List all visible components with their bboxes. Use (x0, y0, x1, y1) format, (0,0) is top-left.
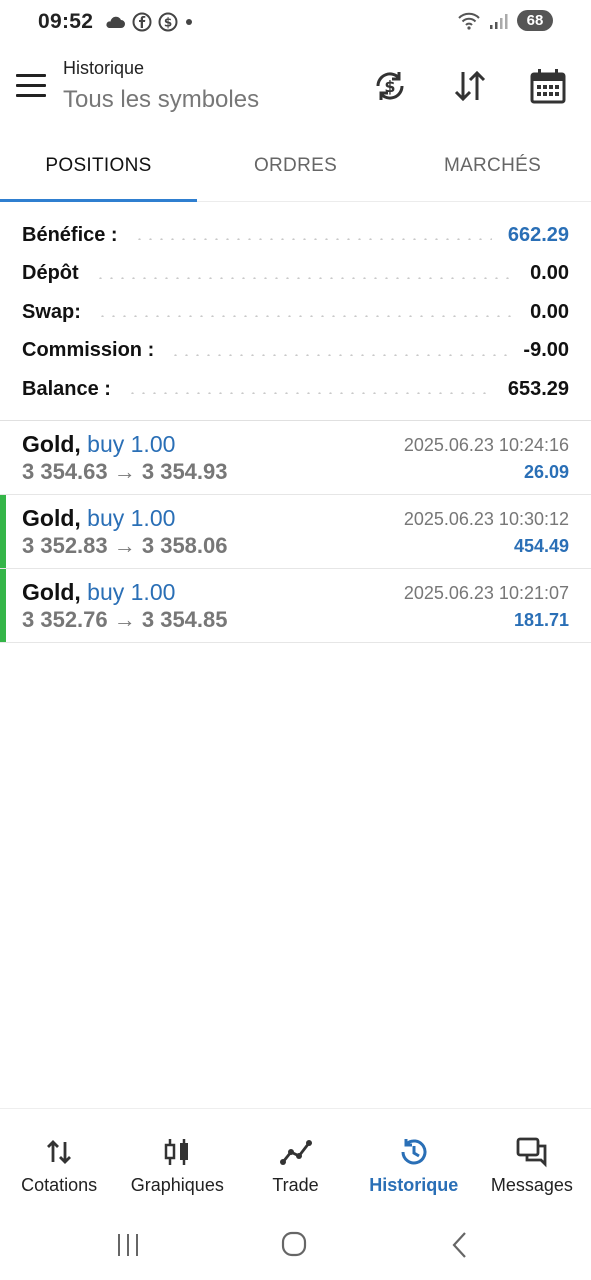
list-item[interactable]: Gold, buy 1.00 3 352.76 → 3 354.85 2025.… (0, 569, 591, 643)
list-item[interactable]: Gold, buy 1.00 3 354.63 → 3 354.93 2025.… (0, 421, 591, 495)
summary-label: Dépôt (22, 262, 79, 285)
trade-symbol: Gold, (22, 431, 81, 457)
summary-row-profit: Bénéfice : 662.29 (0, 216, 591, 255)
dot-icon (186, 19, 192, 25)
nav-label: Cotations (21, 1175, 98, 1195)
trade-datetime: 2025.06.23 10:24:16 (403, 435, 569, 455)
summary-label: Swap: (22, 300, 81, 323)
facebook-icon (132, 12, 152, 32)
nav-item-history[interactable]: Historique (355, 1109, 473, 1208)
trade-datetime: 2025.06.23 10:30:12 (403, 509, 569, 529)
svg-text:$: $ (384, 77, 395, 96)
symbol-filter[interactable]: Tous les symboles (63, 86, 259, 114)
dollar-circle-icon: $ (158, 12, 178, 32)
tab-positions[interactable]: POSITIONS (0, 132, 197, 202)
summary-value: 662.29 (507, 223, 569, 246)
recent-apps-icon[interactable] (108, 1228, 148, 1262)
history-tabs: POSITIONS ORDRES MARCHÉS (0, 132, 591, 202)
app-header: Historique Tous les symboles $ (0, 50, 591, 130)
candlestick-chart-icon (165, 1139, 189, 1165)
bottom-navigation: Cotations Graphiques Trade Historique Me… (0, 1108, 591, 1208)
dotted-leader (94, 276, 515, 279)
trade-side: buy 1.00 (87, 431, 176, 457)
status-bar: 09:52 $ 68 (0, 0, 591, 46)
trade-symbol-line: Gold, buy 1.00 (22, 579, 175, 606)
summary-value: -9.00 (523, 339, 569, 362)
profit-marker (0, 569, 6, 642)
nav-label: Graphiques (130, 1175, 224, 1195)
quotes-arrows-icon (47, 1140, 72, 1164)
tab-markets[interactable]: MARCHÉS (394, 132, 591, 201)
summary-value: 653.29 (507, 377, 569, 400)
back-icon[interactable] (440, 1228, 480, 1262)
trade-symbol: Gold, (22, 505, 81, 531)
messages-icon (516, 1137, 547, 1168)
summary-label: Balance : (22, 377, 111, 400)
summary-row-balance: Balance : 653.29 (0, 370, 591, 409)
trade-symbol-line: Gold, buy 1.00 (22, 505, 175, 532)
summary-value: 0.00 (530, 300, 569, 323)
positions-list: Gold, buy 1.00 3 354.63 → 3 354.93 2025.… (0, 421, 591, 643)
summary-row-deposit: Dépôt 0.00 (0, 255, 591, 294)
battery-indicator: 68 (517, 10, 553, 31)
trade-prices: 3 354.63 → 3 354.93 (22, 459, 228, 484)
summary-row-swap: Swap: 0.00 (0, 293, 591, 332)
system-navigation-bar (0, 1208, 591, 1280)
nav-label: Trade (272, 1175, 319, 1195)
trade-profit: 181.71 (513, 610, 569, 630)
sort-icon[interactable] (450, 66, 490, 106)
signal-icon (490, 13, 508, 29)
page-title: Historique (63, 58, 145, 78)
status-system-icons: 68 (457, 10, 553, 31)
tab-orders[interactable]: ORDRES (197, 132, 394, 201)
summary-row-commission: Commission : -9.00 (0, 332, 591, 371)
trade-symbol: Gold, (22, 579, 81, 605)
calendar-icon[interactable] (528, 66, 568, 106)
trade-datetime: 2025.06.23 10:21:07 (403, 583, 569, 603)
svg-text:$: $ (164, 16, 172, 30)
summary-label: Bénéfice : (22, 223, 118, 246)
status-notification-icons: $ (104, 12, 194, 32)
history-clock-icon (401, 1139, 427, 1165)
nav-label: Messages (490, 1175, 573, 1195)
nav-item-trade[interactable]: Trade (236, 1109, 354, 1208)
nav-label: Historique (369, 1175, 459, 1195)
dotted-leader (133, 238, 492, 241)
summary-panel: Bénéfice : 662.29 Dépôt 0.00 Swap: 0.00 … (0, 216, 591, 409)
menu-button[interactable] (16, 74, 46, 98)
trade-prices: 3 352.83 → 3 358.06 (22, 533, 228, 558)
trade-symbol-line: Gold, buy 1.00 (22, 431, 175, 458)
nav-item-messages[interactable]: Messages (473, 1109, 591, 1208)
dotted-leader (126, 392, 492, 395)
wifi-icon (458, 12, 480, 30)
nav-item-charts[interactable]: Graphiques (118, 1109, 236, 1208)
summary-value: 0.00 (530, 262, 569, 285)
dotted-leader (96, 315, 515, 318)
profit-marker (0, 495, 6, 568)
menu-icon (16, 74, 46, 77)
trade-side: buy 1.00 (87, 505, 176, 531)
home-icon[interactable] (274, 1228, 314, 1262)
dotted-leader (170, 353, 508, 356)
status-time: 09:52 (38, 10, 94, 33)
trade-prices: 3 352.76 → 3 354.85 (22, 607, 228, 632)
currency-exchange-icon[interactable]: $ (370, 66, 410, 106)
cloud-icon (106, 16, 125, 28)
list-item[interactable]: Gold, buy 1.00 3 352.83 → 3 358.06 2025.… (0, 495, 591, 569)
trade-line-icon (279, 1140, 312, 1165)
trade-profit: 26.09 (523, 462, 569, 482)
trade-side: buy 1.00 (87, 579, 176, 605)
summary-label: Commission : (22, 339, 155, 362)
nav-item-quotes[interactable]: Cotations (0, 1109, 118, 1208)
trade-profit: 454.49 (513, 536, 569, 556)
